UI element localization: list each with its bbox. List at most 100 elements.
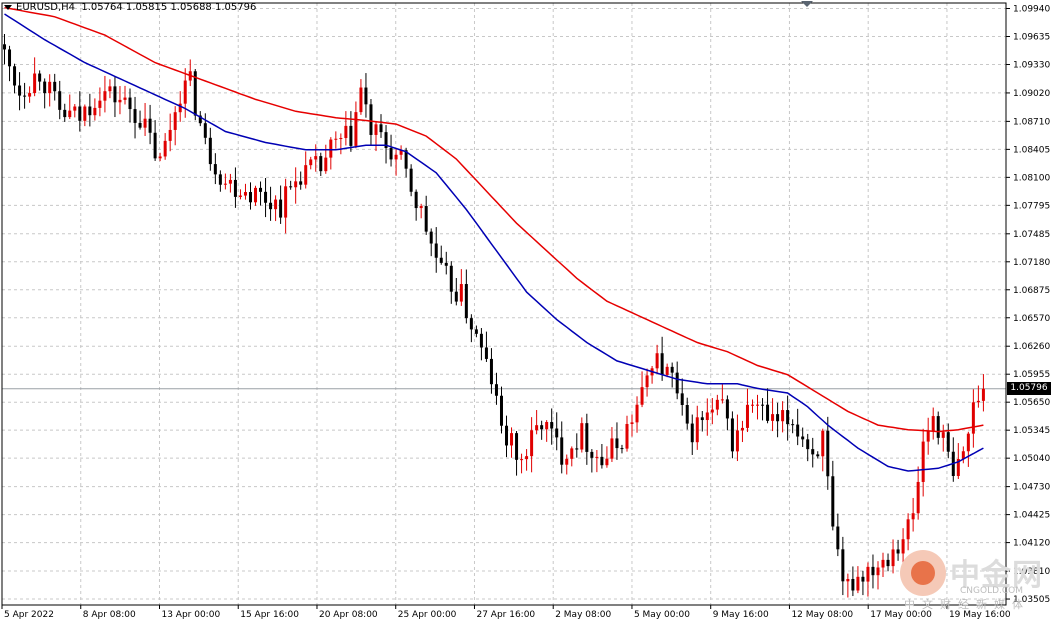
candle-body bbox=[620, 448, 624, 450]
candle-body bbox=[655, 353, 659, 369]
y-tick-label: 1.09020 bbox=[1013, 89, 1050, 99]
candle-body bbox=[319, 156, 323, 172]
candle-body bbox=[600, 456, 604, 466]
candle-body bbox=[560, 437, 564, 465]
candle-body bbox=[665, 366, 669, 375]
candle-body bbox=[454, 291, 458, 302]
y-tick-label: 1.05650 bbox=[1013, 398, 1050, 408]
y-tick-label: 1.09330 bbox=[1013, 60, 1050, 70]
candle-body bbox=[459, 284, 463, 302]
candle-body bbox=[680, 393, 684, 405]
candle-body bbox=[866, 566, 870, 582]
candle-body bbox=[233, 179, 237, 197]
candle-body bbox=[3, 44, 7, 50]
candle-body bbox=[83, 106, 87, 121]
collapse-arrow-icon[interactable] bbox=[4, 5, 12, 10]
candle-body bbox=[535, 425, 539, 431]
candle-body bbox=[936, 416, 940, 438]
candle-body bbox=[806, 439, 810, 450]
candle-body bbox=[981, 388, 985, 401]
candle-body bbox=[8, 49, 12, 67]
candle-body bbox=[248, 192, 252, 203]
candle-body bbox=[916, 481, 920, 514]
candle-body bbox=[279, 199, 283, 218]
candle-body bbox=[640, 387, 644, 405]
candle-body bbox=[414, 191, 418, 209]
candle-body bbox=[374, 124, 378, 135]
x-tick-label: 20 Apr 08:00 bbox=[319, 610, 378, 620]
candle-body bbox=[243, 192, 247, 196]
candle-body bbox=[695, 417, 699, 443]
candle-body bbox=[163, 140, 167, 157]
candle-body bbox=[223, 183, 227, 185]
candle-body bbox=[510, 433, 514, 446]
candle-body bbox=[439, 257, 443, 263]
candle-body bbox=[168, 129, 172, 141]
candle-body bbox=[18, 85, 22, 96]
candle-body bbox=[449, 265, 453, 292]
candle-body bbox=[238, 195, 242, 197]
candle-body bbox=[786, 410, 790, 425]
candle-body bbox=[881, 559, 885, 568]
x-tick-label: 8 Apr 08:00 bbox=[83, 610, 136, 620]
x-tick-label: 15 Apr 16:00 bbox=[240, 610, 299, 620]
candle-body bbox=[766, 404, 770, 421]
candle-body bbox=[550, 421, 554, 429]
candle-body bbox=[750, 404, 754, 406]
candle-body bbox=[906, 519, 910, 540]
candle-body bbox=[771, 414, 775, 421]
candle-body bbox=[675, 372, 679, 394]
candle-body bbox=[469, 318, 473, 330]
candle-body bbox=[299, 181, 303, 185]
candle-body bbox=[575, 448, 579, 450]
candle-body bbox=[645, 375, 649, 388]
y-tick-label: 1.06570 bbox=[1013, 314, 1050, 324]
candle-body bbox=[339, 138, 343, 140]
candle-body bbox=[284, 186, 288, 218]
candle-body bbox=[269, 202, 273, 210]
candle-body bbox=[264, 191, 268, 203]
candle-body bbox=[846, 578, 850, 582]
candle-body bbox=[590, 451, 594, 458]
chart-svg: 1.09940 1.09635 1.09330 1.09020 1.08710 1.084… bbox=[0, 0, 1057, 622]
x-tick-label: 2 May 08:00 bbox=[555, 610, 611, 620]
candle-body bbox=[871, 566, 875, 576]
candle-body bbox=[530, 430, 534, 457]
candle-body bbox=[123, 97, 127, 100]
candle-body bbox=[489, 358, 493, 385]
candle-body bbox=[690, 423, 694, 443]
candle-body bbox=[394, 154, 398, 160]
candle-body bbox=[484, 347, 488, 359]
candle-body bbox=[68, 110, 72, 118]
candle-body bbox=[851, 578, 855, 591]
candle-body bbox=[259, 187, 263, 192]
candle-body bbox=[595, 456, 599, 458]
symbol-label: EURUSD,H4 bbox=[16, 2, 76, 13]
candle-body bbox=[389, 148, 393, 160]
candle-body bbox=[841, 549, 845, 582]
y-tick-label: 1.05955 bbox=[1013, 370, 1050, 380]
watermark-subtitle: 中文财经新媒体 bbox=[904, 598, 1030, 611]
candle-body bbox=[730, 418, 734, 452]
candle-body bbox=[494, 384, 498, 396]
candle-body bbox=[444, 262, 448, 266]
candle-body bbox=[228, 179, 232, 184]
candle-body bbox=[53, 81, 57, 92]
candle-body bbox=[78, 106, 82, 121]
candle-body bbox=[811, 449, 815, 455]
candle-body bbox=[58, 91, 62, 110]
candle-body bbox=[213, 164, 217, 175]
candle-body bbox=[976, 400, 980, 403]
candle-body bbox=[33, 73, 37, 94]
candle-body bbox=[28, 93, 32, 97]
candle-body bbox=[740, 427, 744, 431]
candle-body bbox=[419, 206, 423, 209]
candle-body bbox=[254, 187, 258, 203]
candle-body bbox=[505, 425, 509, 446]
candle-body bbox=[409, 168, 413, 192]
candle-body bbox=[816, 454, 820, 457]
candle-body bbox=[876, 567, 880, 576]
price-chart[interactable]: 1.09940 1.09635 1.09330 1.09020 1.08710 1.084… bbox=[0, 0, 1057, 622]
candle-body bbox=[38, 73, 42, 82]
candle-body bbox=[108, 86, 112, 92]
